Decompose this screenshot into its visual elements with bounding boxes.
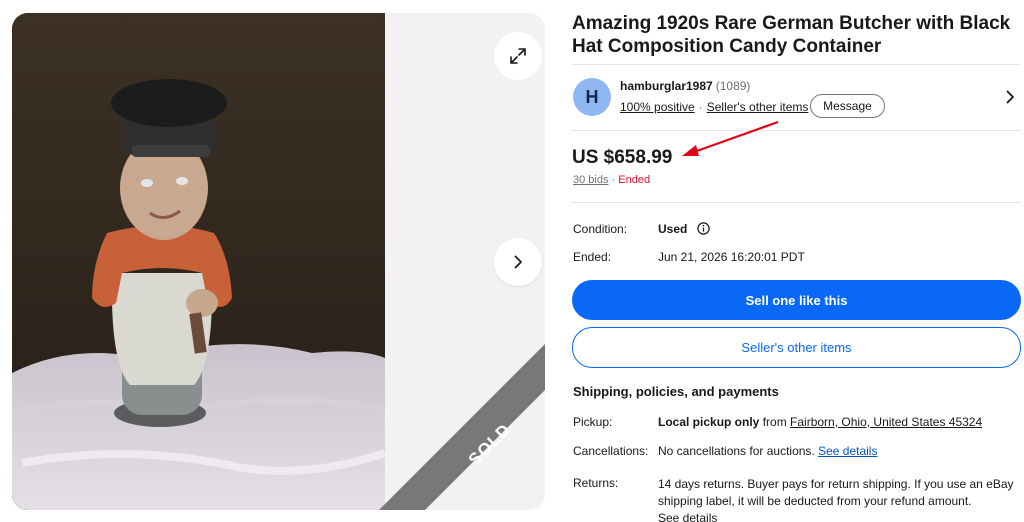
- sold-label: SOLD: [464, 419, 515, 470]
- cancellations-label: Cancellations:: [573, 444, 649, 458]
- returns-value: 14 days returns. Buyer pays for return s…: [658, 476, 1018, 522]
- seller-links: 100% positive · Seller's other items: [620, 100, 808, 114]
- returns-label: Returns:: [573, 476, 619, 490]
- auction-status: Ended: [618, 174, 651, 186]
- image-gallery: SOLD: [12, 13, 545, 510]
- butcher-figurine-image: [12, 13, 385, 510]
- message-button[interactable]: Message: [810, 94, 885, 118]
- pickup-value: Local pickup only from Fairborn, Ohio, U…: [658, 415, 982, 429]
- sell-one-like-this-button[interactable]: Sell one like this: [572, 280, 1021, 320]
- condition-value: Used: [658, 222, 688, 236]
- pickup-from: from: [762, 415, 787, 429]
- expand-icon: [510, 48, 526, 64]
- chevron-right-icon: [514, 255, 522, 269]
- next-image-button[interactable]: [494, 238, 542, 286]
- listing-title: Amazing 1920s Rare German Butcher with B…: [572, 13, 1011, 57]
- bids-link[interactable]: 30 bids: [573, 174, 608, 186]
- price: US $658.99: [572, 147, 673, 168]
- seller-name-line: hamburglar1987 (1089): [620, 79, 750, 93]
- seller-positive-link[interactable]: 100% positive: [620, 100, 695, 114]
- seller-other-items-link[interactable]: Seller's other items: [707, 100, 809, 114]
- bids-status-line: 30 bids · Ended: [573, 174, 650, 186]
- chevron-right-icon[interactable]: [1002, 89, 1018, 105]
- ended-label: Ended:: [573, 250, 612, 264]
- ended-value: Jun 21, 2026 16:20:01 PDT: [658, 250, 805, 264]
- separator: ·: [611, 174, 616, 186]
- pickup-label: Pickup:: [573, 415, 613, 429]
- divider: [572, 202, 1020, 203]
- condition-label: Condition:: [573, 222, 628, 236]
- listing-photo[interactable]: [12, 13, 385, 510]
- separator: ·: [698, 100, 703, 114]
- info-icon[interactable]: [696, 222, 710, 235]
- condition-value-wrap: Used: [658, 222, 710, 236]
- shipping-section-title: Shipping, policies, and payments: [573, 384, 779, 399]
- cancellations-see-details-link[interactable]: See details: [818, 444, 877, 458]
- seller-card[interactable]: H hamburglar1987 (1089) 100% positive · Sel…: [572, 64, 1020, 130]
- returns-see-details-link[interactable]: See details: [658, 511, 717, 522]
- sellers-other-items-button[interactable]: Seller's other items: [572, 327, 1021, 368]
- cancellations-text: No cancellations for auctions.: [658, 444, 815, 458]
- divider: [572, 130, 1020, 131]
- pickup-location-link[interactable]: Fairborn, Ohio, United States 45324: [790, 415, 982, 429]
- cancellations-value: No cancellations for auctions. See detai…: [658, 444, 877, 458]
- returns-text: 14 days returns. Buyer pays for return s…: [658, 477, 1014, 508]
- seller-feedback-count: (1089): [715, 79, 751, 93]
- seller-name[interactable]: hamburglar1987: [620, 79, 713, 93]
- listing-details-panel: Amazing 1920s Rare German Butcher with B…: [572, 0, 1024, 522]
- expand-image-button[interactable]: [494, 32, 542, 80]
- pickup-type: Local pickup only: [658, 415, 760, 429]
- seller-avatar[interactable]: H: [573, 78, 611, 116]
